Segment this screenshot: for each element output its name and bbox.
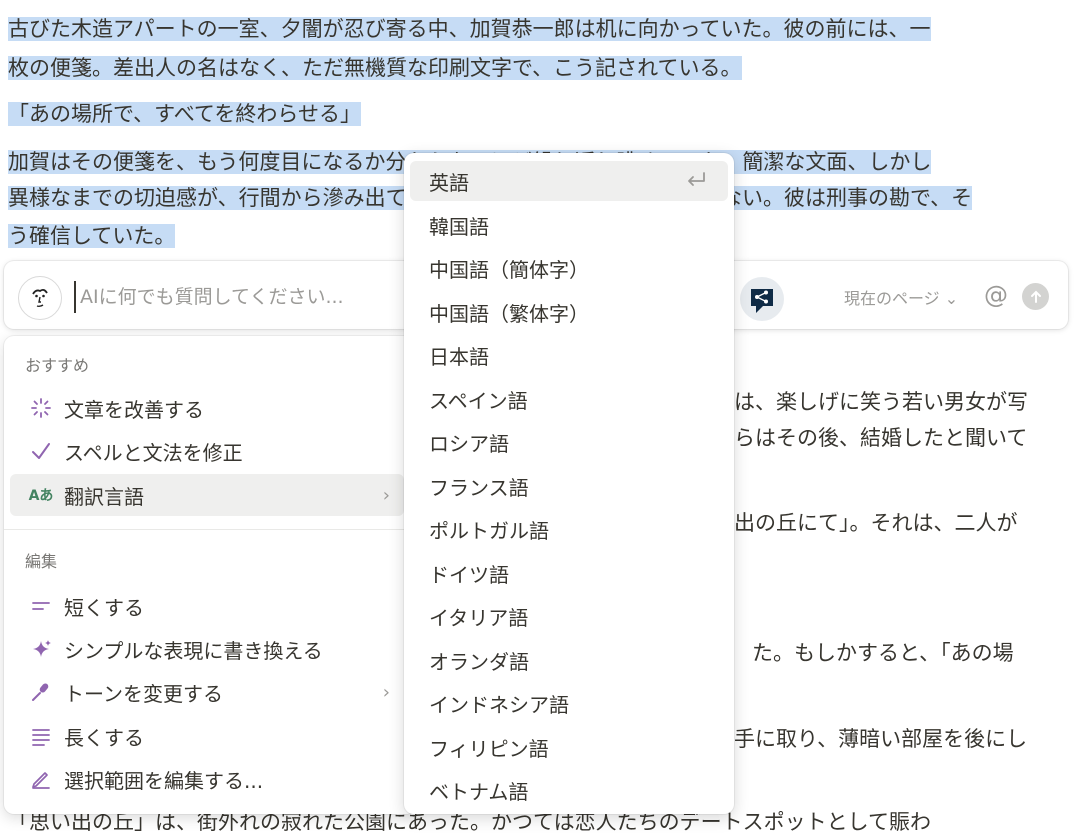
fix-spelling-item[interactable]: スペルと文法を修正 (10, 430, 404, 472)
doc-line: 出の丘にて」。それは、二人が (734, 511, 1018, 535)
language-item-german[interactable]: ドイツ語 (410, 553, 728, 593)
language-label: 中国語（簡体字） (429, 257, 589, 282)
language-item-russian[interactable]: ロシア語 (410, 422, 728, 462)
menu-item-label: トーンを変更する (64, 681, 223, 706)
menu-item-label: 翻訳言語 (64, 484, 144, 509)
language-item-french[interactable]: フランス語 (410, 466, 728, 506)
language-label: 英語 (429, 170, 469, 195)
arrow-up-icon (1030, 290, 1041, 303)
language-label: ベトナム語 (429, 779, 529, 804)
ai-action-menu: おすすめ 文章を改善する スペルと文法を修正 Aあ 翻訳言語 › 編集 短くする… (4, 336, 416, 814)
language-item-indonesian[interactable]: インドネシア語 (410, 683, 728, 723)
deepl-icon[interactable] (737, 276, 787, 322)
chevron-right-icon: › (382, 484, 390, 506)
language-label: ポルトガル語 (429, 518, 549, 543)
improve-writing-item[interactable]: 文章を改善する (10, 387, 404, 429)
pen-icon (22, 768, 60, 790)
language-label: フランス語 (429, 475, 529, 500)
language-submenu: 英語 韓国語 中国語（簡体字） 中国語（繁体字） 日本語 スペイン語 ロシア語 … (404, 153, 734, 814)
language-label: ロシア語 (429, 431, 509, 456)
language-item-chinese-simplified[interactable]: 中国語（簡体字） (410, 248, 728, 288)
language-item-english[interactable]: 英語 (410, 161, 728, 201)
language-item-dutch[interactable]: オランダ語 (410, 640, 728, 680)
language-label: ドイツ語 (429, 562, 509, 587)
menu-item-label: 短くする (64, 595, 144, 620)
language-label: 日本語 (429, 344, 489, 369)
section-label-suggested: おすすめ (25, 356, 90, 375)
shorten-lines-icon (22, 595, 60, 617)
doc-line: 枚の便箋。差出人の名はなく、ただ無機質な印刷文字で、こう記されている。 (8, 56, 742, 80)
language-label: インドネシア語 (429, 692, 569, 717)
chevron-right-icon: › (382, 681, 390, 703)
doc-line: た。もしかすると、「あの場 (752, 641, 1014, 665)
translate-icon: Aあ (28, 488, 54, 504)
check-icon (22, 440, 60, 462)
language-item-japanese[interactable]: 日本語 (410, 335, 728, 375)
doc-line: 古びた木造アパートの一室、夕闇が忍び寄る中、加賀恭一郎は机に向かっていた。彼の前… (8, 17, 931, 41)
menu-item-label: 文章を改善する (64, 397, 204, 422)
language-item-spanish[interactable]: スペイン語 (410, 379, 728, 419)
lengthen-item[interactable]: 長くする (10, 715, 404, 757)
menu-item-label: 選択範囲を編集する... (64, 768, 264, 793)
at-icon[interactable]: @ (984, 281, 1008, 309)
language-item-korean[interactable]: 韓国語 (410, 205, 728, 245)
doc-line: 「あの場所で、すべてを終わらせる」 (8, 102, 362, 126)
page-scope-select[interactable]: 現在のページ ⌄ (844, 285, 958, 309)
doc-line: 手に取り、薄暗い部屋を後にし (734, 727, 1028, 751)
ai-face-icon (18, 276, 62, 320)
edit-selection-item[interactable]: 選択範囲を編集する... (10, 758, 404, 800)
language-label: フィリピン語 (429, 736, 549, 761)
menu-item-label: 長くする (64, 725, 144, 750)
language-item-filipino[interactable]: フィリピン語 (410, 727, 728, 767)
translate-item[interactable]: Aあ 翻訳言語 › (10, 474, 404, 516)
send-button[interactable] (1022, 283, 1049, 310)
lengthen-lines-icon (22, 725, 60, 747)
sparkles-icon (22, 638, 60, 660)
change-tone-item[interactable]: トーンを変更する › (10, 671, 404, 713)
menu-item-label: シンプルな表現に書き換える (64, 638, 323, 663)
language-item-vietnamese[interactable]: ベトナム語 (410, 770, 728, 810)
language-label: イタリア語 (429, 605, 529, 630)
menu-item-label: スペルと文法を修正 (64, 440, 243, 465)
language-item-portuguese[interactable]: ポルトガル語 (410, 509, 728, 549)
language-item-chinese-traditional[interactable]: 中国語（繁体字） (410, 292, 728, 332)
menu-divider (4, 529, 416, 530)
doc-line: う確信していた。 (8, 224, 176, 248)
language-label: 韓国語 (429, 214, 489, 239)
language-item-italian[interactable]: イタリア語 (410, 596, 728, 636)
section-label-edit: 編集 (25, 552, 58, 571)
enter-key-icon (688, 172, 705, 186)
language-label: スペイン語 (429, 388, 528, 413)
shorten-item[interactable]: 短くする (10, 585, 404, 627)
microphone-icon (22, 681, 60, 703)
doc-line: らはその後、結婚したと聞いて (734, 426, 1028, 450)
language-label: オランダ語 (429, 649, 529, 674)
language-label: 中国語（繁体字） (429, 301, 589, 326)
simplify-item[interactable]: シンプルな表現に書き換える (10, 628, 404, 670)
sparkle-burst-icon (22, 397, 60, 419)
doc-line: は、楽しげに笑う若い男女が写 (734, 390, 1028, 414)
